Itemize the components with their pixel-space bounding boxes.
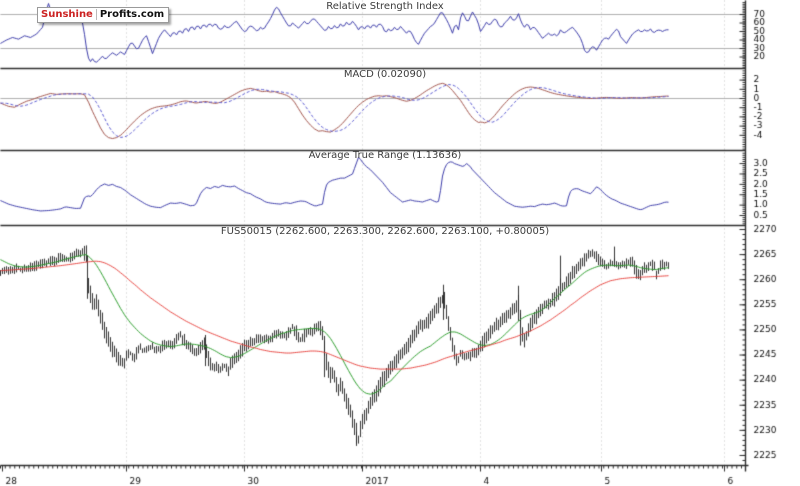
logo-text-black: Profits.com <box>99 9 165 20</box>
chart-canvas[interactable] <box>0 0 800 486</box>
sunshineprofits-logo: Sunshine Profits.com <box>37 7 170 23</box>
chart-window: Relative Strength Index MACD (0.02090) A… <box>0 0 800 486</box>
logo-text-red: Sunshine <box>41 9 97 20</box>
